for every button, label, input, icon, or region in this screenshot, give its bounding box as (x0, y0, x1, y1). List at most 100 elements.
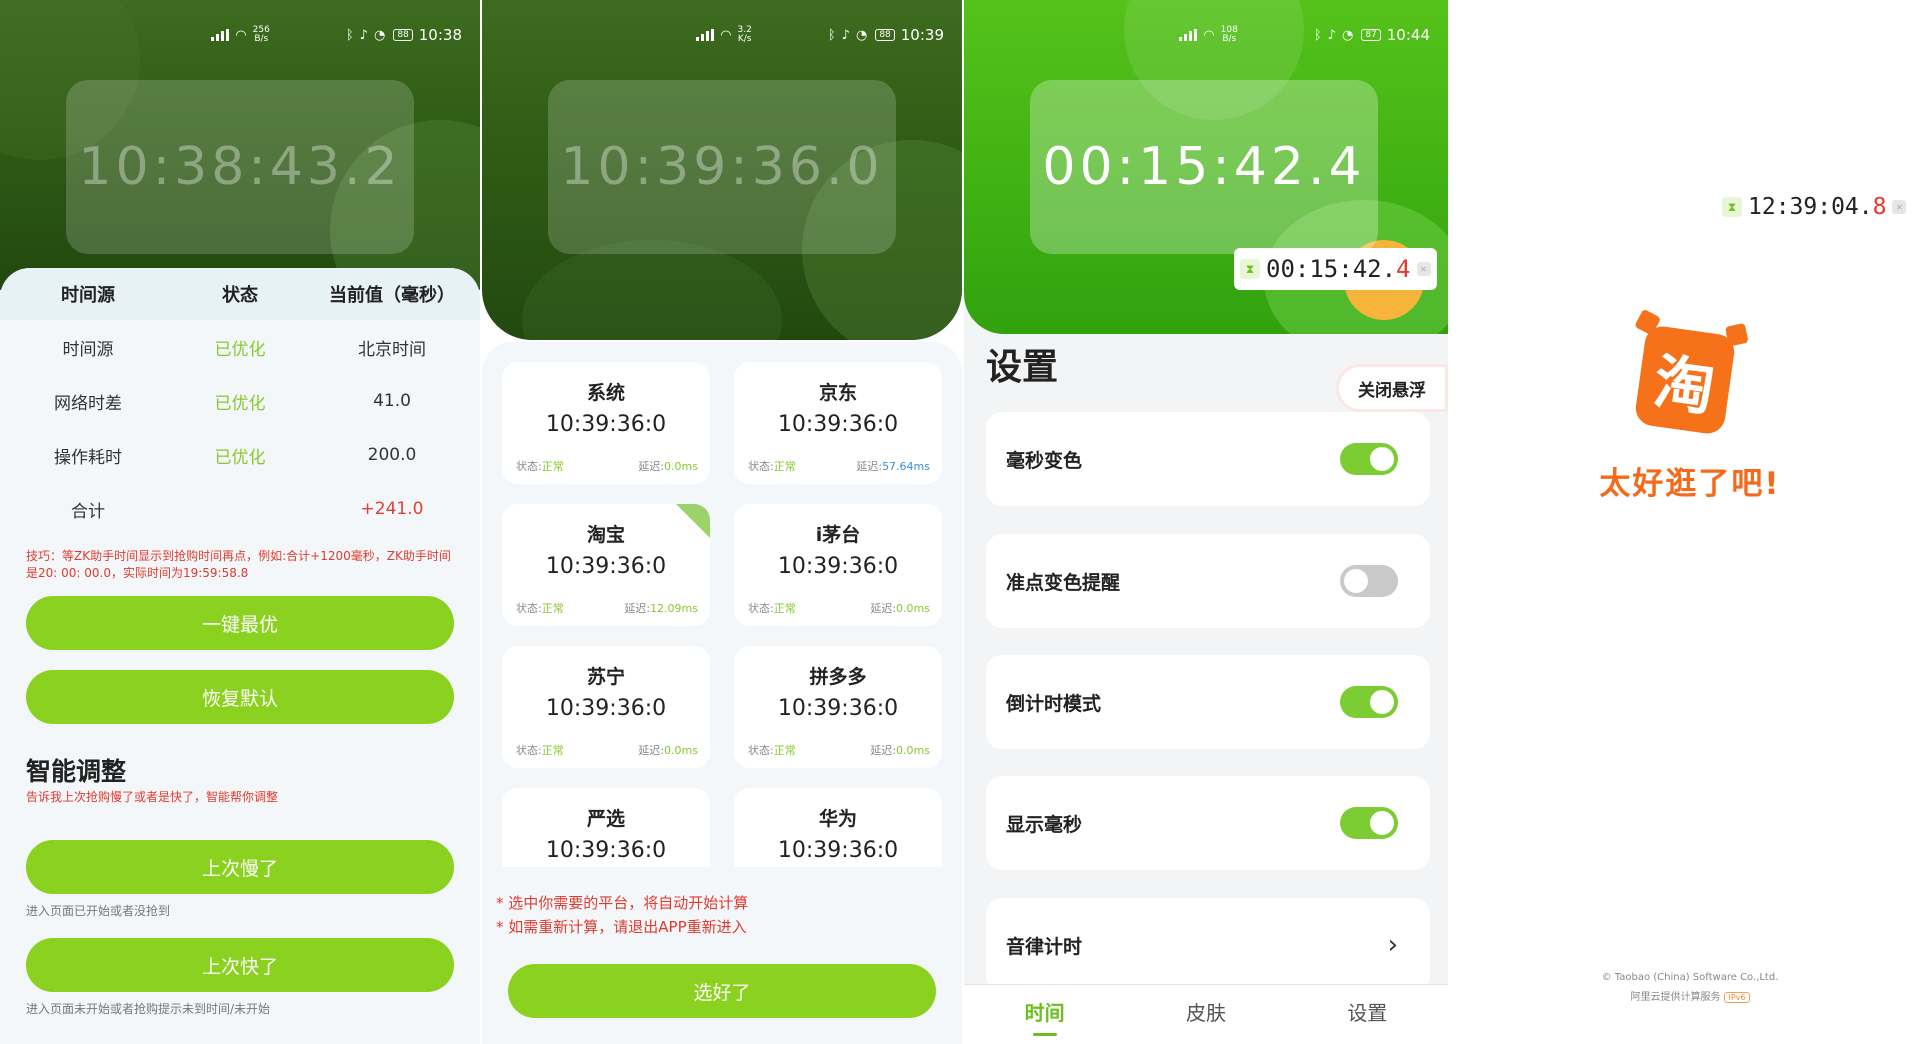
platform-card-jd[interactable]: 京东 10:39:36:0 状态:正常 延迟:57.64ms (734, 362, 942, 484)
platform-card-pinduoduo[interactable]: 拼多多 10:39:36:0 状态:正常 延迟:0.0ms (734, 646, 942, 768)
floating-clock-ms: 4 (1396, 255, 1411, 283)
setting-label: 毫秒变色 (1006, 449, 1083, 472)
battery-saver-icon: ◔ (855, 27, 868, 43)
battery-saver-icon: ◔ (373, 27, 386, 43)
floating-clock[interactable]: ⧗ 00:15:42.4 ✕ (1234, 248, 1437, 290)
setting-label: 音律计时 (1006, 935, 1083, 958)
setting-ms-color: 毫秒变色 (986, 412, 1430, 506)
platform-name: 拼多多 (809, 666, 867, 688)
setting-label: 准点变色提醒 (1006, 571, 1121, 594)
slow-button[interactable]: 上次慢了 (26, 840, 454, 894)
platform-status: 状态:正常 (748, 744, 796, 757)
row-status: 已优化 (214, 339, 266, 360)
platform-name: 华为 (818, 808, 857, 830)
close-icon[interactable]: ✕ (1416, 262, 1431, 276)
status-time: 10:44 (1386, 26, 1430, 44)
table-row: 时间源 已优化 北京时间 (0, 320, 480, 374)
floating-clock-time: 00:15:42. (1266, 255, 1397, 283)
status-time: 10:38 (418, 26, 462, 44)
close-icon[interactable]: ✕ (1892, 200, 1907, 214)
header-art: ◠ 256 B/s ᛒ ♪ ◔ 88 10:38 10:38:43.2 (0, 0, 480, 290)
tab-time[interactable]: 时间 (1025, 997, 1065, 1036)
platform-name: i茅台 (815, 524, 861, 546)
tab-settings[interactable]: 设置 (1347, 997, 1387, 1032)
platform-time: 10:39:36:0 (777, 554, 899, 579)
col-source: 时间源 (61, 285, 115, 306)
platform-status: 状态:正常 (516, 602, 564, 615)
platform-time: 10:39:36:0 (545, 412, 667, 437)
total-label: 合计 (71, 501, 105, 522)
floating-clock-ms: 8 (1872, 194, 1887, 220)
battery-icon: 88 (393, 29, 413, 41)
main-clock: 10:39:36.0 (548, 80, 896, 254)
bottom-tab-bar: 时间 皮肤 设置 (964, 984, 1448, 1044)
platform-status: 状态:正常 (748, 602, 796, 615)
table-row: 操作耗时 已优化 200.0 (0, 428, 480, 482)
reset-button[interactable]: 恢复默认 (26, 670, 454, 724)
cloud-notice: 阿里云提供计算服务 IPv6 (1450, 988, 1930, 1003)
platform-card-system[interactable]: 系统 10:39:36:0 状态:正常 延迟:0.0ms (502, 362, 710, 484)
platform-delay: 延迟:57.64ms (856, 460, 930, 473)
platform-grid: 系统 10:39:36:0 状态:正常 延迟:0.0ms 京东 10:39:36… (502, 362, 942, 867)
setting-show-ms: 显示毫秒 (986, 776, 1430, 870)
toggle-switch[interactable] (1340, 443, 1398, 475)
bluetooth-icon: ᛒ (345, 27, 354, 43)
row-label: 网络时差 (54, 393, 122, 414)
platform-name: 京东 (818, 382, 857, 404)
page-title: 设置 (986, 347, 1059, 388)
status-bar: ◠ 3.2 K/s ᛒ ♪ ◔ 88 10:39 (696, 24, 944, 46)
wifi-icon: ◠ (720, 27, 732, 43)
setting-on-time-alert: 准点变色提醒 (986, 534, 1430, 628)
close-float-button[interactable]: 关闭悬浮 (1336, 364, 1448, 412)
toggle-switch[interactable] (1340, 807, 1398, 839)
tab-skin[interactable]: 皮肤 (1186, 997, 1226, 1032)
col-status: 状态 (222, 285, 258, 306)
platform-card-taobao[interactable]: 淘宝 10:39:36:0 状态:正常 延迟:12.09ms (502, 504, 710, 626)
platform-status: 状态:正常 (516, 460, 564, 473)
table-row: 网络时差 已优化 41.0 (0, 374, 480, 428)
platform-card-yanxuan[interactable]: 严选 10:39:36:0 (502, 788, 710, 867)
platform-name: 严选 (586, 808, 625, 830)
app-icon: ⧗ (1722, 197, 1742, 217)
net-speed: 108 B/s (1220, 25, 1238, 44)
toggle-switch[interactable] (1340, 565, 1398, 597)
bluetooth-icon: ᛒ (1313, 27, 1322, 43)
mute-icon: ♪ (359, 27, 368, 43)
signal-icon (211, 29, 230, 41)
signal-icon (1179, 29, 1198, 41)
platform-time: 10:39:36:0 (545, 838, 667, 863)
net-speed: 256 B/s (252, 25, 270, 44)
fast-button[interactable]: 上次快了 (26, 938, 454, 992)
setting-rhythm-timer[interactable]: 音律计时 › (986, 898, 1430, 992)
row-value[interactable]: 41.0 (304, 391, 480, 411)
done-button[interactable]: 选好了 (508, 964, 936, 1018)
status-bar: ◠ 256 B/s ᛒ ♪ ◔ 88 10:38 (211, 24, 462, 46)
wifi-icon: ◠ (1203, 27, 1215, 43)
platform-time: 10:39:36:0 (545, 554, 667, 579)
mute-icon: ♪ (841, 27, 850, 43)
best-button[interactable]: 一键最优 (26, 596, 454, 650)
row-value[interactable]: 北京时间 (304, 335, 480, 360)
signal-icon (696, 29, 715, 41)
platform-card-moutai[interactable]: i茅台 10:39:36:0 状态:正常 延迟:0.0ms (734, 504, 942, 626)
wifi-icon: ◠ (235, 27, 247, 43)
platform-delay: 延迟:0.0ms (870, 744, 930, 757)
status-time: 10:39 (900, 26, 944, 44)
platform-status: 状态:正常 (516, 744, 564, 757)
row-status: 已优化 (214, 447, 266, 468)
fast-hint: 进入页面未开始或者抢购提示未到时间/未开始 (26, 1002, 271, 1016)
slow-hint: 进入页面已开始或者没抢到 (26, 904, 171, 918)
time-adjust-screen: ◠ 256 B/s ᛒ ♪ ◔ 88 10:38 10:38:43.2 时间源 状… (0, 0, 480, 1044)
row-label: 操作耗时 (54, 447, 122, 468)
table-row-total: 合计 +241.0 (0, 482, 480, 536)
platform-name: 系统 (586, 382, 625, 404)
row-value[interactable]: 200.0 (304, 445, 480, 465)
main-clock: 10:38:43.2 (66, 80, 414, 254)
slogan: 太好逛了吧! (1599, 466, 1781, 502)
toggle-switch[interactable] (1340, 686, 1398, 718)
floating-clock[interactable]: ⧗ 12:39:04.8 ✕ (1720, 192, 1909, 222)
platform-card-suning[interactable]: 苏宁 10:39:36:0 状态:正常 延迟:0.0ms (502, 646, 710, 768)
header-art: ◠ 3.2 K/s ᛒ ♪ ◔ 88 10:39 10:39:36.0 (482, 0, 962, 340)
platform-card-huawei[interactable]: 华为 10:39:36:0 (734, 788, 942, 867)
note-line-1: * 选中你需要的平台，将自动开始计算 (496, 894, 749, 912)
